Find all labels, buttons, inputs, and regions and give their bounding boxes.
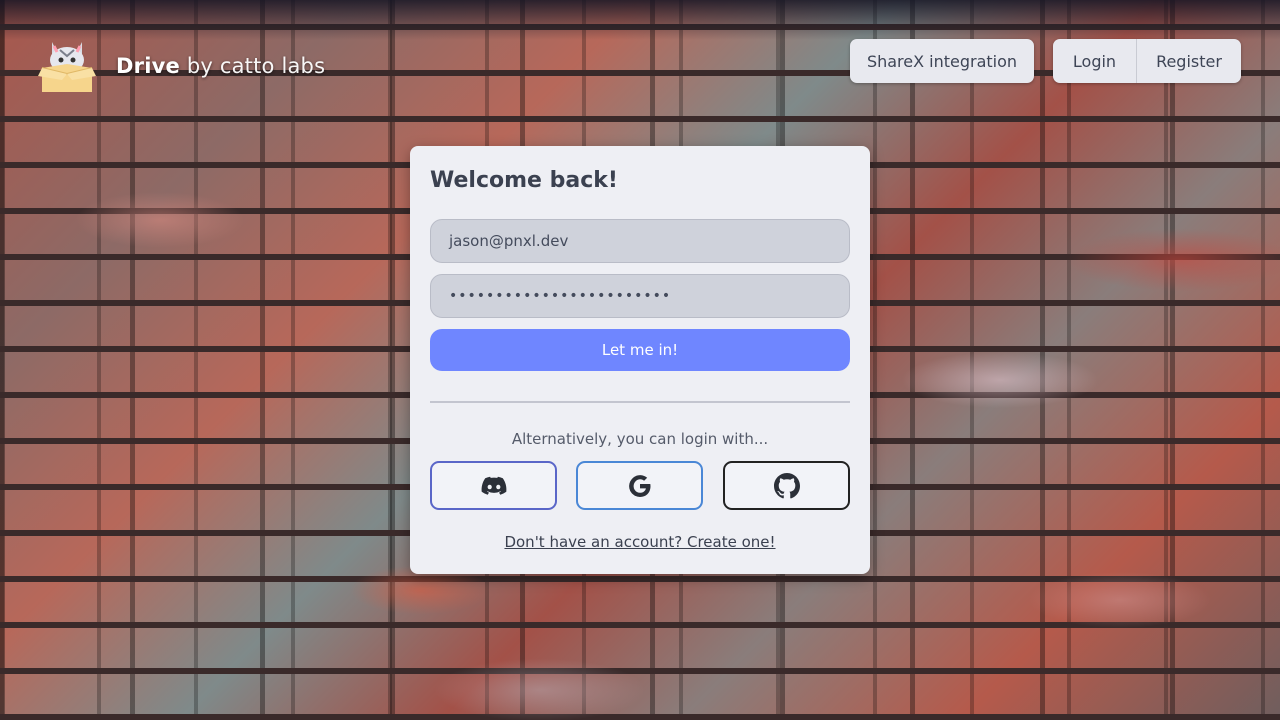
register-button[interactable]: Register	[1137, 39, 1241, 83]
create-account-link[interactable]: Don't have an account? Create one!	[410, 533, 870, 551]
discord-login-button[interactable]	[430, 461, 557, 510]
brand-title: Drive by catto labs	[116, 54, 325, 78]
brand-suffix: by catto labs	[186, 54, 326, 78]
auth-button-group: Login Register	[1053, 39, 1241, 83]
brand[interactable]: Drive by catto labs	[38, 36, 325, 96]
login-submit-button[interactable]: Let me in!	[430, 329, 850, 371]
password-field[interactable]: ••••••••••••••••••••••••	[430, 274, 850, 318]
sharex-integration-button[interactable]: ShareX integration	[850, 39, 1034, 83]
alternative-login-text: Alternatively, you can login with...	[511, 430, 769, 448]
card-title: Welcome back!	[430, 168, 618, 193]
discord-icon	[481, 476, 506, 495]
login-button[interactable]: Login	[1053, 39, 1137, 83]
login-card: Welcome back! jason@pnxl.dev •••••••••••…	[410, 146, 870, 574]
email-field[interactable]: jason@pnxl.dev	[430, 219, 850, 263]
cat-in-box-logo-icon	[38, 36, 96, 96]
divider	[430, 401, 850, 403]
github-icon	[773, 472, 800, 498]
google-login-button[interactable]	[576, 461, 703, 510]
github-login-button[interactable]	[723, 461, 850, 510]
google-icon	[628, 474, 650, 497]
brand-name: Drive	[116, 54, 180, 78]
